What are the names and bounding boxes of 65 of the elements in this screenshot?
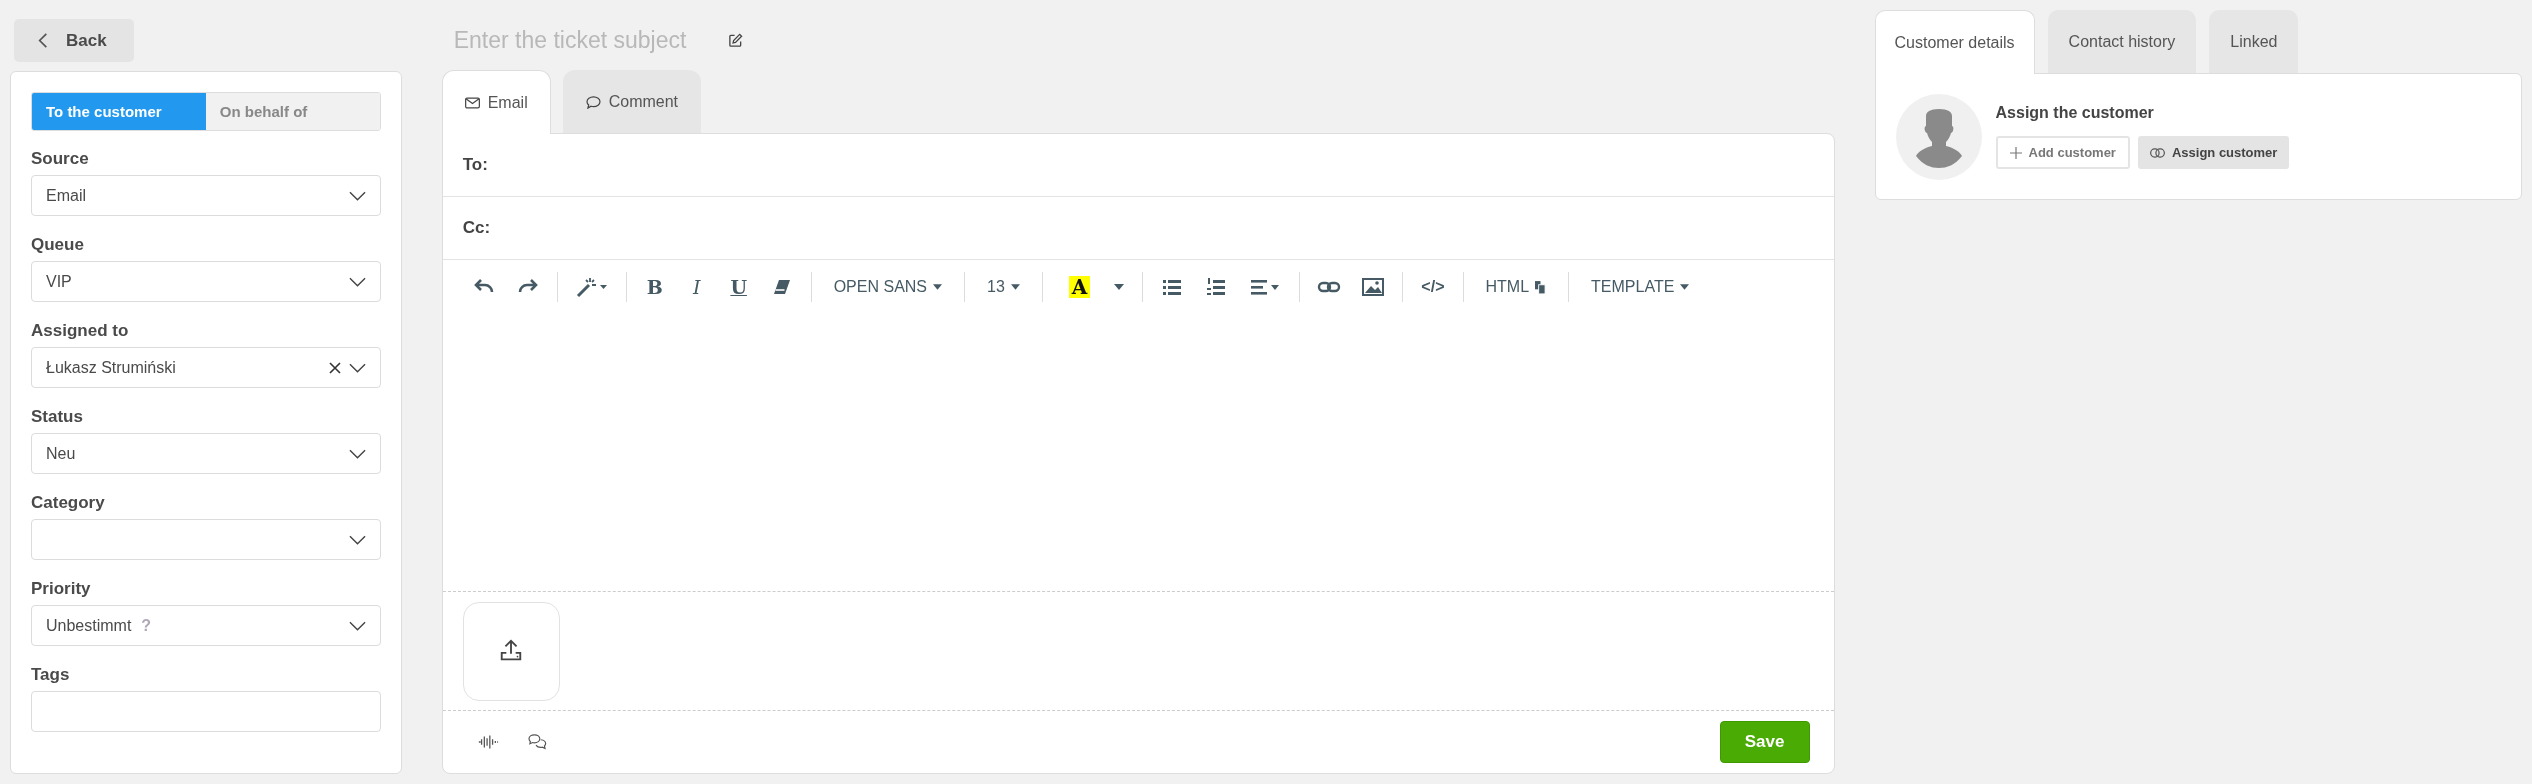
chevron-down-icon xyxy=(348,362,366,373)
back-button[interactable]: Back xyxy=(14,19,134,62)
font-dropdown[interactable]: OPEN SANS xyxy=(833,278,943,296)
speech-bubble-icon xyxy=(585,95,601,109)
select-field[interactable]: Łukasz Strumiński xyxy=(31,347,381,388)
tags-input[interactable] xyxy=(31,691,381,732)
template-dropdown[interactable]: TEMPLATE xyxy=(1591,278,1690,296)
envelope-icon xyxy=(464,96,480,109)
chevron-down-icon xyxy=(348,190,366,201)
field-label: Tags xyxy=(31,665,71,685)
select-field[interactable] xyxy=(31,519,381,560)
caret-icon xyxy=(1010,284,1020,290)
recipient-label: To: xyxy=(462,155,488,175)
waveform-icon[interactable] xyxy=(476,734,499,750)
recipient-label: Cc: xyxy=(462,218,491,238)
chevron-left-icon xyxy=(38,32,48,49)
underline-button[interactable]: U xyxy=(724,276,753,298)
caret-icon xyxy=(933,284,943,290)
bold-button[interactable]: B xyxy=(640,276,669,298)
close-icon[interactable] xyxy=(328,361,341,374)
field-label: Queue xyxy=(31,235,85,255)
font-size-dropdown[interactable]: 13 xyxy=(987,278,1020,296)
select-field[interactable]: Neu xyxy=(31,433,381,474)
caret-icon xyxy=(1680,284,1690,290)
panel-tab[interactable]: Linked xyxy=(2209,10,2299,73)
compose-tab[interactable]: Email xyxy=(441,70,551,134)
image-icon[interactable] xyxy=(1361,275,1386,299)
upload-tile[interactable] xyxy=(462,601,560,701)
select-value: Łukasz Strumiński xyxy=(46,358,176,377)
code-view-button[interactable]: </> xyxy=(1421,278,1445,296)
select-field[interactable]: Email xyxy=(31,175,381,216)
select-field[interactable]: Unbestimmt ? xyxy=(31,605,381,646)
field-label: Priority xyxy=(31,579,92,599)
select-value: Neu xyxy=(46,444,76,463)
select-value: Email xyxy=(46,186,86,205)
avatar-icon xyxy=(1895,93,1982,180)
magic-wand-icon[interactable] xyxy=(574,275,609,299)
help-mark: ? xyxy=(141,616,152,635)
plus-icon xyxy=(2009,146,2022,159)
select-value: VIP xyxy=(46,272,72,291)
subject-input[interactable]: Enter the ticket subject xyxy=(451,25,716,55)
panel-tab[interactable]: Customer details xyxy=(1874,10,2035,74)
field-label: Status xyxy=(31,407,84,427)
text-color-button[interactable]: A xyxy=(1068,276,1091,298)
chevron-down-icon xyxy=(348,620,366,631)
panel-tab[interactable]: Contact history xyxy=(2047,10,2197,73)
link-icon xyxy=(2149,147,2165,158)
select-value: Unbestimmt xyxy=(46,616,132,635)
compose-tab[interactable]: Comment xyxy=(562,70,702,133)
field-label: Source xyxy=(31,149,90,169)
select-field[interactable]: VIP xyxy=(31,261,381,302)
chevron-down-icon xyxy=(348,534,366,545)
add-customer-button[interactable]: Add customer xyxy=(1995,136,2130,169)
field-label: Assigned to xyxy=(31,321,130,341)
chevron-down-icon xyxy=(348,276,366,287)
edit-icon[interactable] xyxy=(727,32,743,48)
caret-icon[interactable] xyxy=(1114,284,1125,290)
customer-heading: Assign the customer xyxy=(1995,104,2155,122)
chevron-down-icon xyxy=(348,448,366,459)
html-button[interactable]: HTML xyxy=(1485,278,1547,296)
copy-icon xyxy=(1535,280,1547,294)
field-label: Category xyxy=(31,493,106,513)
assign-customer-button[interactable]: Assign customer xyxy=(2137,136,2290,169)
chat-bubbles-icon[interactable] xyxy=(526,733,549,751)
italic-button[interactable]: I xyxy=(682,276,711,298)
